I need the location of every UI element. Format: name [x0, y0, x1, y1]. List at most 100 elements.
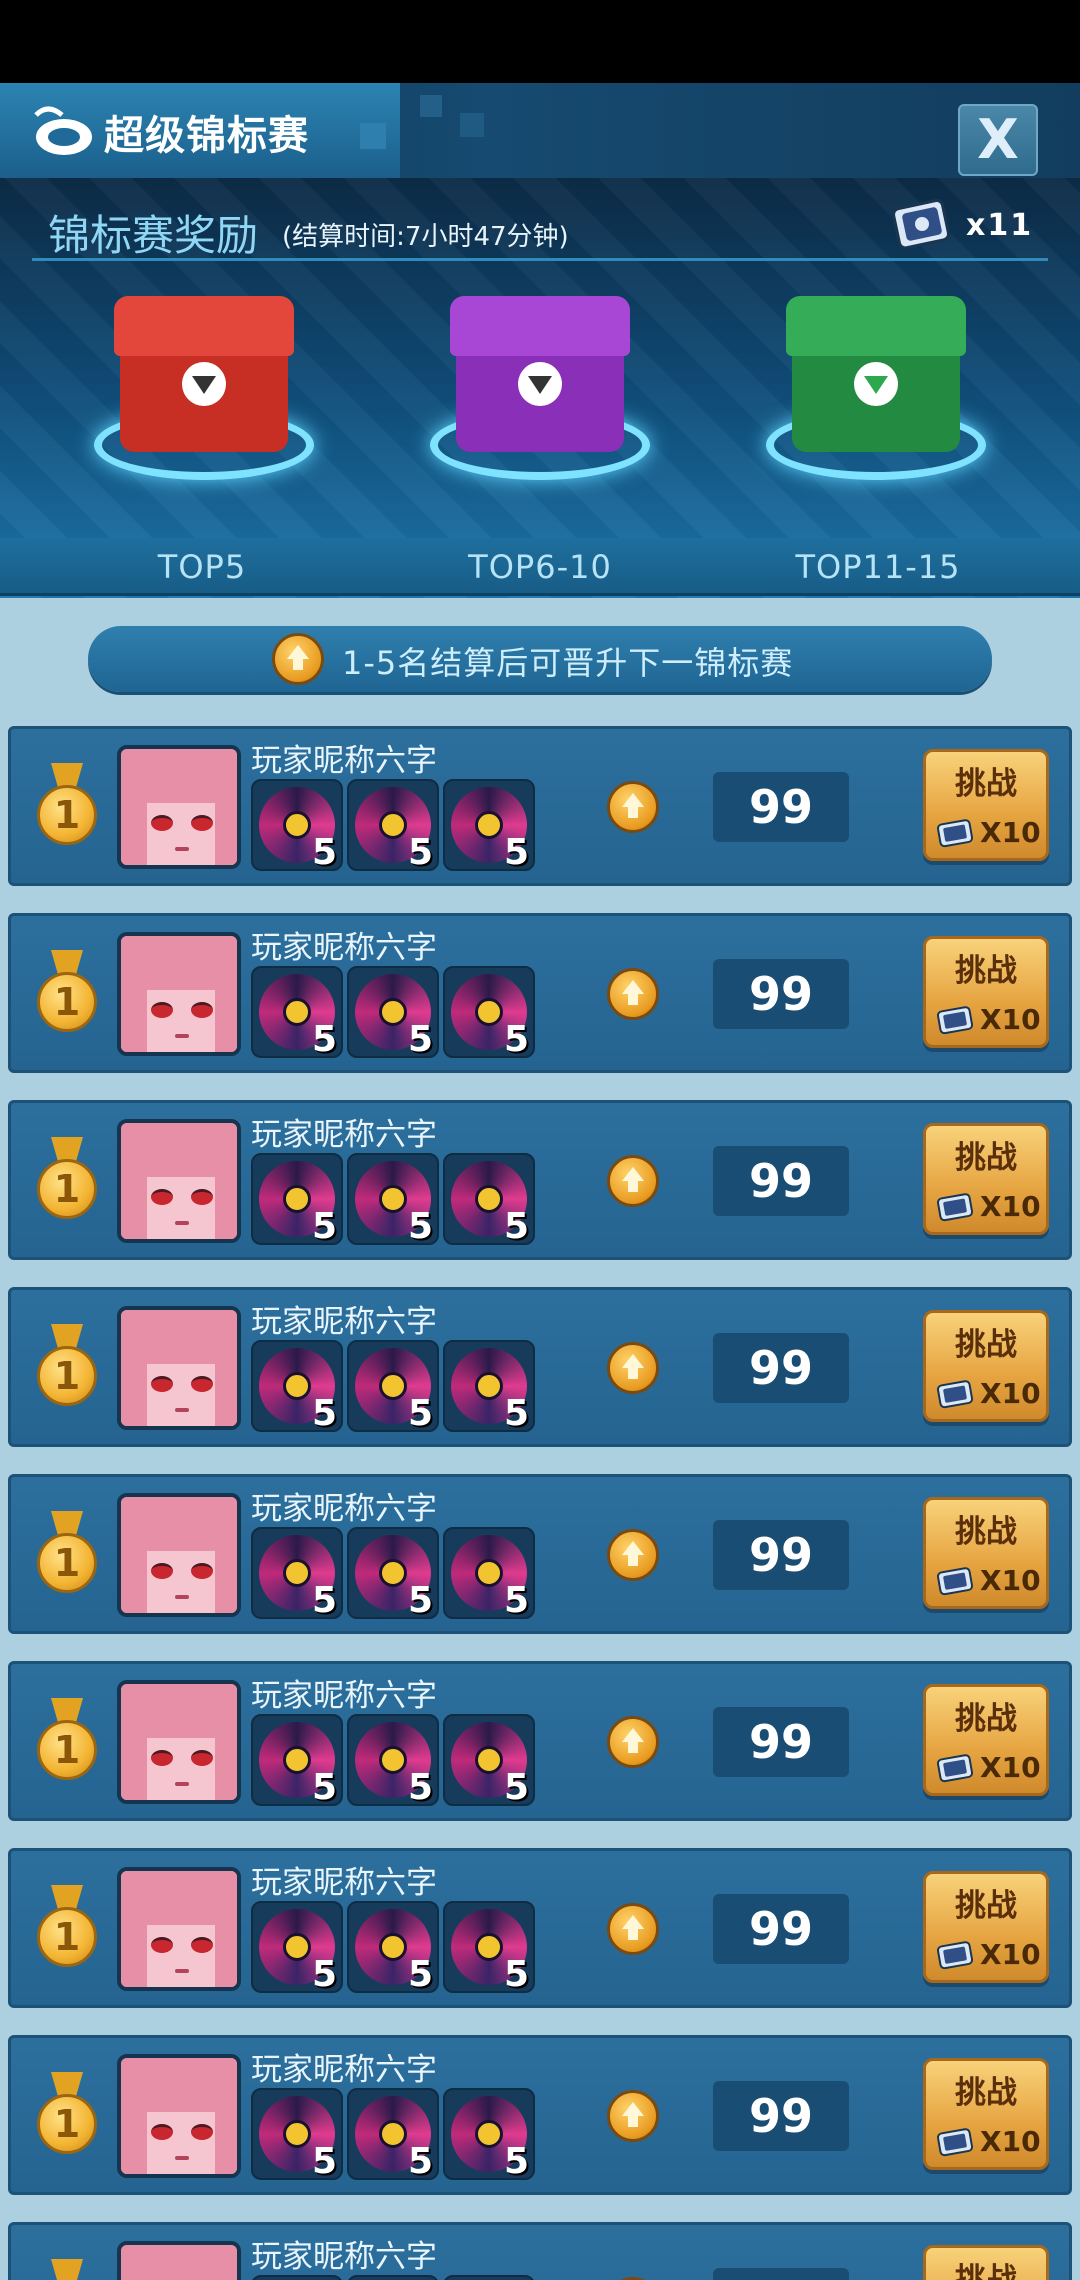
challenge-button[interactable]: 挑战 X10 — [923, 1684, 1049, 1796]
mouth — [175, 847, 189, 851]
avatar[interactable] — [117, 1493, 241, 1617]
skill-core — [379, 1372, 407, 1400]
skill-icon: 5 — [251, 1901, 343, 1993]
skill-icon: 5 — [443, 779, 535, 871]
challenge-label: 挑战 — [955, 1140, 1017, 1176]
player-nickname: 玩家昵称六字 — [251, 1678, 437, 1714]
reward-panel: 锦标赛奖励 (结算时间:7小时47分钟) x11 — [0, 178, 1080, 598]
skill-level: 5 — [503, 2141, 529, 2180]
challenge-button[interactable]: 挑战 X10 — [923, 749, 1049, 861]
tier-band: TOP5 TOP6-10 TOP11-15 — [0, 538, 1080, 596]
medal-icon: 1 — [35, 2072, 99, 2164]
skill-core — [379, 1185, 407, 1213]
challenge-button[interactable]: 挑战 X10 — [923, 1123, 1049, 1235]
challenge-button[interactable]: 挑战 X10 — [923, 1497, 1049, 1609]
hair — [215, 2088, 237, 2174]
player-nickname: 玩家昵称六字 — [251, 743, 437, 779]
hair — [215, 966, 237, 1052]
leaderboard-list[interactable]: 1 玩家昵称六字 5 5 5 99 挑战 X10 1 玩家昵称六字 5 5 5 … — [8, 726, 1072, 2280]
leaderboard-row: 1 玩家昵称六字 5 5 5 99 挑战 — [8, 1100, 1072, 1260]
avatar[interactable] — [117, 932, 241, 1056]
eye — [191, 2124, 213, 2140]
chest-lid — [786, 296, 966, 356]
hair — [121, 966, 147, 1052]
medal-ribbon — [51, 2259, 83, 2280]
hair — [215, 1340, 237, 1426]
challenge-cost: X10 — [980, 816, 1041, 849]
medal-icon: 1 — [35, 763, 99, 855]
challenge-button[interactable]: 挑战 X10 — [923, 1871, 1049, 1983]
score-value: 99 — [713, 1146, 849, 1216]
ticket-icon — [936, 1941, 974, 1970]
skill-core — [475, 998, 503, 1026]
eye — [151, 1189, 173, 1205]
challenge-button[interactable]: 挑战 X10 — [923, 2058, 1049, 2170]
avatar[interactable] — [117, 1306, 241, 1430]
avatar[interactable] — [117, 1867, 241, 1991]
eye — [191, 1937, 213, 1953]
rank-number: 1 — [37, 785, 97, 845]
chest-top11-15[interactable] — [756, 278, 996, 498]
score-value: 99 — [713, 2268, 849, 2280]
medal-icon: 1 — [35, 1324, 99, 1416]
mouth — [175, 1221, 189, 1225]
challenge-cost: X10 — [980, 1003, 1041, 1036]
challenge-label: 挑战 — [955, 766, 1017, 802]
eye — [151, 1002, 173, 1018]
skill-level: 5 — [407, 1206, 433, 1245]
skill-icon: 5 — [443, 2275, 535, 2280]
chest-top6-10[interactable] — [420, 278, 660, 498]
chest-arrow-icon — [864, 376, 888, 394]
avatar[interactable] — [117, 2054, 241, 2178]
avatar[interactable] — [117, 1119, 241, 1243]
mouth — [175, 1034, 189, 1038]
player-nickname: 玩家昵称六字 — [251, 1865, 437, 1901]
challenge-button[interactable]: 挑战 X10 — [923, 2245, 1049, 2280]
medal-icon: 1 — [35, 1698, 99, 1790]
challenge-cost: X10 — [980, 1564, 1041, 1597]
challenge-button[interactable]: 挑战 X10 — [923, 1310, 1049, 1422]
skill-level: 5 — [407, 2141, 433, 2180]
skill-core — [475, 1933, 503, 1961]
mouth — [175, 2156, 189, 2160]
tournament-logo-icon — [34, 106, 92, 155]
avatar[interactable] — [117, 745, 241, 869]
pixel-decoration — [360, 123, 386, 149]
skill-level: 5 — [503, 1767, 529, 1806]
page-title: 超级锦标赛 — [104, 113, 309, 159]
skill-level: 5 — [407, 1954, 433, 1993]
hair — [215, 779, 237, 865]
skill-level: 5 — [407, 1019, 433, 1058]
score-value: 99 — [713, 2081, 849, 2151]
leaderboard-row: 1 玩家昵称六字 5 5 5 99 挑战 — [8, 2035, 1072, 2195]
challenge-cost: X10 — [980, 1377, 1041, 1410]
eye — [151, 2124, 173, 2140]
skill-core — [283, 2120, 311, 2148]
promotion-text: 1-5名结算后可晋升下一锦标赛 — [342, 644, 794, 682]
skill-icon: 5 — [251, 779, 343, 871]
skill-icon: 5 — [443, 2088, 535, 2180]
chest-arrow-icon — [528, 376, 552, 394]
hair — [121, 1714, 147, 1800]
skill-core — [379, 811, 407, 839]
hair — [121, 2088, 147, 2174]
skill-core — [475, 1559, 503, 1587]
skill-core — [283, 1746, 311, 1774]
chest-top5[interactable] — [84, 278, 324, 498]
skill-level: 5 — [311, 1206, 337, 1245]
avatar[interactable] — [117, 2241, 241, 2280]
hair — [121, 1153, 147, 1239]
rank-number: 1 — [37, 1346, 97, 1406]
hair — [215, 2275, 237, 2280]
skill-icon: 5 — [251, 1714, 343, 1806]
ticket-icon — [936, 1380, 974, 1409]
medal-icon: 1 — [35, 950, 99, 1042]
challenge-button[interactable]: 挑战 X10 — [923, 936, 1049, 1048]
leaderboard-row: 1 玩家昵称六字 5 5 5 99 挑战 — [8, 1287, 1072, 1447]
status-bar — [0, 0, 1080, 83]
skill-icon: 5 — [251, 1153, 343, 1245]
ticket-icon — [936, 819, 974, 848]
promote-arrow-icon — [272, 633, 324, 685]
close-button[interactable]: X — [958, 104, 1038, 176]
avatar[interactable] — [117, 1680, 241, 1804]
